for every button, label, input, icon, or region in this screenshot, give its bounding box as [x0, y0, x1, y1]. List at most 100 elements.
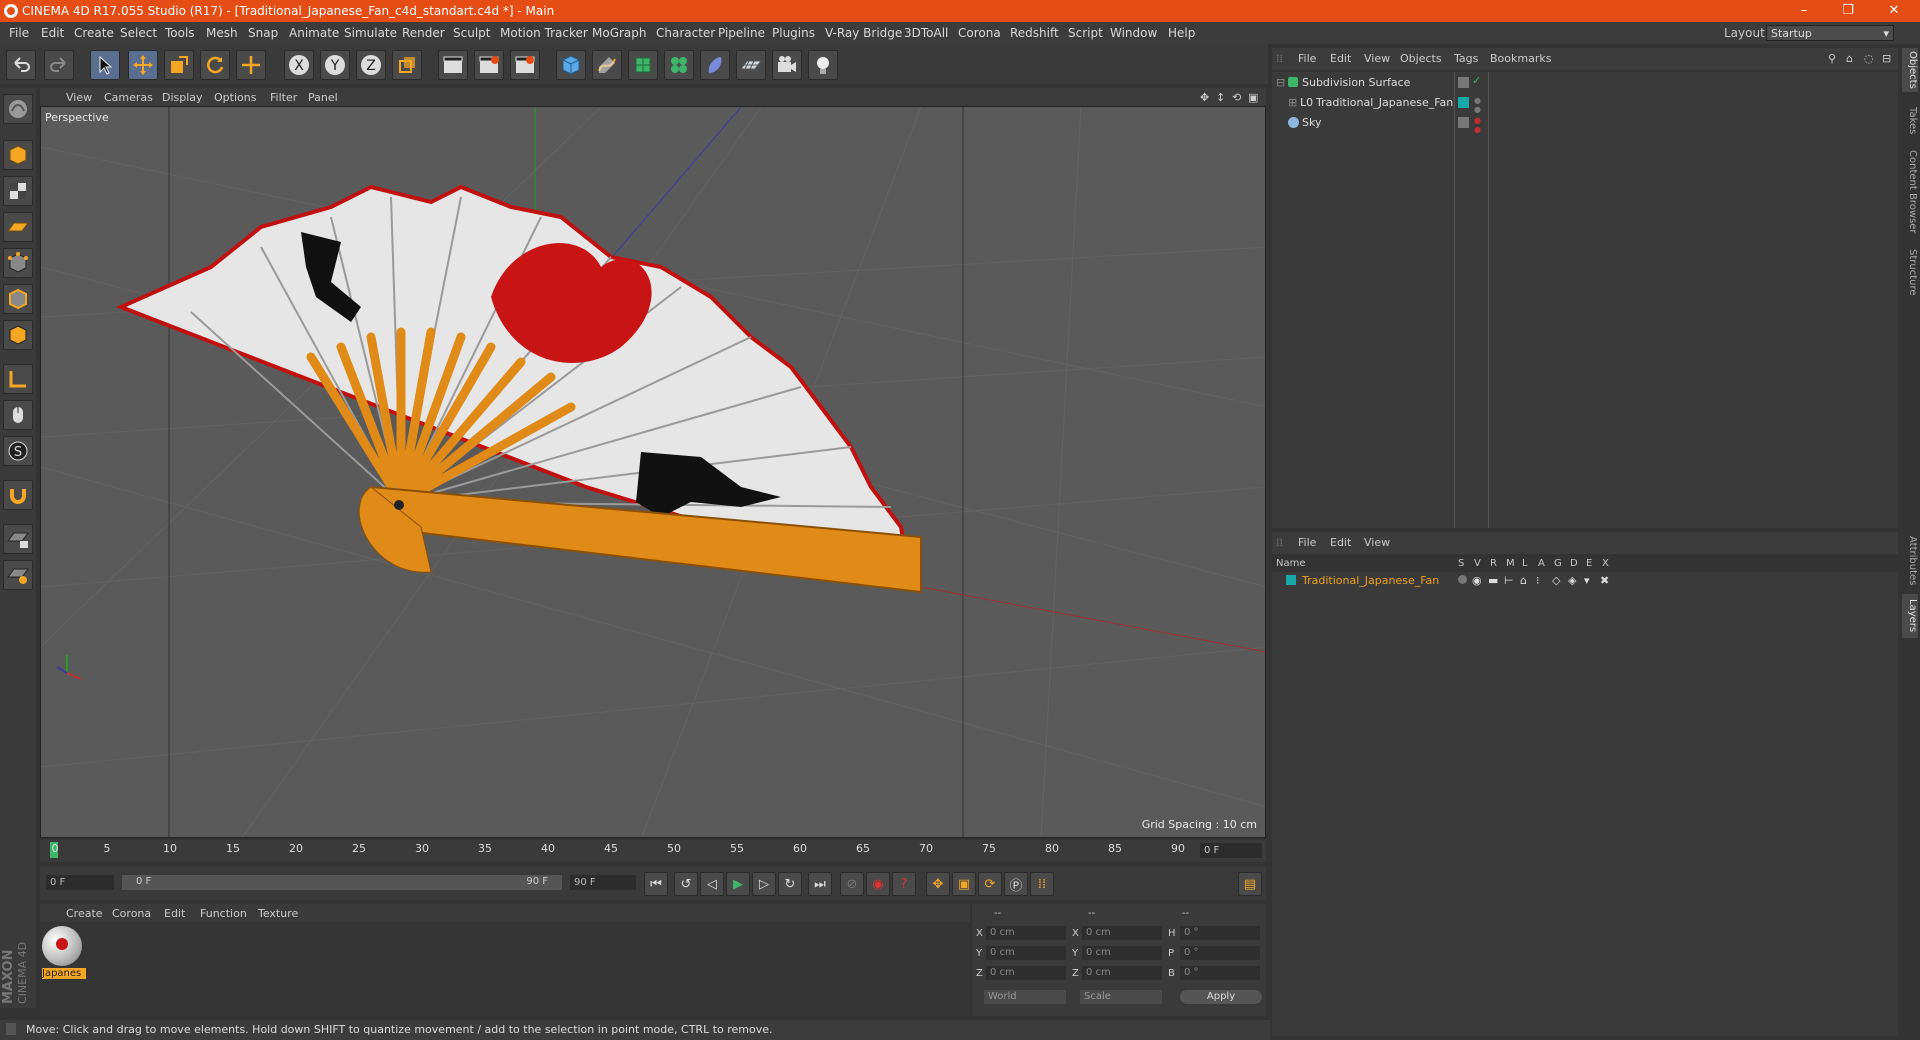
layer-menu-view[interactable]: View: [1364, 536, 1390, 549]
scale-button[interactable]: [164, 50, 194, 80]
start-frame-field[interactable]: 0 F: [46, 875, 114, 890]
tab-structure[interactable]: Structure: [1902, 244, 1918, 300]
menu-corona[interactable]: Corona: [958, 26, 1001, 40]
home-icon[interactable]: ⌂: [1846, 52, 1853, 65]
menu-help[interactable]: Help: [1168, 26, 1195, 40]
play-button[interactable]: ▶: [726, 872, 750, 896]
menu-snap[interactable]: Snap: [248, 26, 278, 40]
motion-record-button[interactable]: ⊘: [840, 872, 864, 896]
object-row-sky[interactable]: Sky ● ●: [1272, 114, 1898, 134]
render-picture-viewer-button[interactable]: [474, 50, 504, 80]
menu-select[interactable]: Select: [120, 26, 157, 40]
menu-character[interactable]: Character: [656, 26, 715, 40]
maximize-button[interactable]: ❐: [1830, 2, 1866, 20]
pos-x-field[interactable]: 0 cm: [986, 926, 1066, 940]
layer-row[interactable]: Traditional_Japanese_Fan ◉ ▬ ⊢ ⌂ ⁝ ◇ ◈ ▾…: [1272, 572, 1898, 590]
3d-viewport[interactable]: Perspective Grid Spacing : 10 cm: [40, 106, 1266, 838]
search-icon[interactable]: ⚲: [1828, 52, 1836, 65]
close-button[interactable]: ✕: [1876, 2, 1912, 20]
material-menu-function[interactable]: Function: [200, 907, 247, 920]
model-mode-button[interactable]: [3, 140, 33, 170]
menu-animate[interactable]: Animate: [289, 26, 339, 40]
rot-h-field[interactable]: 0 °: [1180, 926, 1260, 940]
next-key-button[interactable]: ↻: [778, 872, 802, 896]
layer-expression-icon[interactable]: ▾: [1584, 574, 1590, 587]
magnet-button[interactable]: [3, 480, 33, 510]
layer-manager-icon[interactable]: ⊢: [1504, 574, 1514, 587]
apply-button[interactable]: Apply: [1180, 990, 1262, 1004]
workplane-mode-button[interactable]: [3, 212, 33, 242]
object-menu-bookmarks[interactable]: Bookmarks: [1490, 52, 1551, 65]
layer-name[interactable]: Traditional_Japanese_Fan: [1302, 574, 1439, 587]
size-y-field[interactable]: 0 cm: [1082, 946, 1162, 960]
menu-script[interactable]: Script: [1068, 26, 1103, 40]
layer-xref-icon[interactable]: ✖: [1600, 574, 1609, 587]
go-to-start-button[interactable]: ⏮: [644, 872, 668, 896]
tab-objects[interactable]: Objects: [1902, 48, 1918, 92]
minimize-button[interactable]: –: [1786, 2, 1822, 20]
menu-vray-bridge[interactable]: V-Ray Bridge: [825, 26, 902, 40]
viewport-menu-display[interactable]: Display: [162, 91, 203, 104]
menu-redshift[interactable]: Redshift: [1010, 26, 1059, 40]
menu-3dtoall[interactable]: 3DToAll: [904, 26, 948, 40]
layout-dropdown[interactable]: Startup ▾: [1766, 25, 1894, 41]
viewport-menu-cameras[interactable]: Cameras: [104, 91, 153, 104]
viewport-menu-panel[interactable]: Panel: [308, 91, 338, 104]
enabled-check-icon[interactable]: ✓: [1472, 74, 1481, 87]
layer-render-icon[interactable]: ▬: [1488, 574, 1498, 587]
layer-animation-icon[interactable]: ⁝: [1536, 574, 1540, 587]
material-swatch[interactable]: Japanes: [42, 926, 86, 982]
menu-simulate[interactable]: Simulate: [344, 26, 397, 40]
size-x-field[interactable]: 0 cm: [1082, 926, 1162, 940]
x-axis-lock-button[interactable]: X: [284, 50, 314, 80]
edit-tag-icon[interactable]: [1458, 77, 1469, 88]
size-z-field[interactable]: 0 cm: [1082, 966, 1162, 980]
menu-window[interactable]: Window: [1110, 26, 1157, 40]
spline-pen-button[interactable]: [592, 50, 622, 80]
layer-view-eye-icon[interactable]: ◉: [1472, 574, 1482, 587]
object-menu-view[interactable]: View: [1364, 52, 1390, 65]
render-view-button[interactable]: [438, 50, 468, 80]
edges-mode-button[interactable]: [3, 284, 33, 314]
menu-motion-tracker[interactable]: Motion Tracker: [500, 26, 588, 40]
snap-button[interactable]: S: [3, 436, 33, 466]
coordinate-mode-dropdown[interactable]: World: [984, 990, 1066, 1004]
menu-create[interactable]: Create: [74, 26, 114, 40]
texture-mode-button[interactable]: [3, 176, 33, 206]
pos-y-field[interactable]: 0 cm: [986, 946, 1066, 960]
key-rotation-button[interactable]: ⟳: [978, 872, 1002, 896]
deformer-button[interactable]: [700, 50, 730, 80]
menu-mesh[interactable]: Mesh: [206, 26, 238, 40]
material-menu-edit[interactable]: Edit: [164, 907, 185, 920]
layer-solo-icon[interactable]: [1458, 575, 1467, 584]
layer-menu-edit[interactable]: Edit: [1330, 536, 1351, 549]
viewport-menu-options[interactable]: Options: [214, 91, 256, 104]
lock-workplane-button[interactable]: [3, 524, 33, 554]
viewport-layout-icon[interactable]: ▣: [1248, 91, 1258, 104]
layer-color-icon[interactable]: [1458, 97, 1469, 108]
collapse-toggle-icon[interactable]: ⊟: [1276, 76, 1285, 89]
make-editable-button[interactable]: [3, 94, 33, 124]
layer-lock-icon[interactable]: ⌂: [1520, 574, 1527, 587]
size-mode-dropdown[interactable]: Scale: [1080, 990, 1162, 1004]
visibility-dots-icon[interactable]: ● ●: [1474, 96, 1481, 114]
collapse-icon[interactable]: ⊟: [1882, 52, 1891, 65]
menu-mograph[interactable]: MoGraph: [592, 26, 647, 40]
key-parameter-button[interactable]: Ⓟ: [1004, 872, 1028, 896]
rotate-button[interactable]: [200, 50, 230, 80]
menu-tools[interactable]: Tools: [165, 26, 195, 40]
key-scale-button[interactable]: ▣: [952, 872, 976, 896]
previous-frame-button[interactable]: ◁: [700, 872, 724, 896]
viewport-menu-filter[interactable]: Filter: [270, 91, 297, 104]
visibility-icon[interactable]: ◌: [1864, 52, 1874, 65]
live-selection-button[interactable]: [90, 50, 120, 80]
move-button[interactable]: [128, 50, 158, 80]
object-menu-objects[interactable]: Objects: [1400, 52, 1442, 65]
coordinate-system-button[interactable]: [392, 50, 422, 80]
autokey-button[interactable]: ?: [892, 872, 916, 896]
floor-object-button[interactable]: [736, 50, 766, 80]
layer-generator-icon[interactable]: ◇: [1552, 574, 1560, 587]
current-frame-field[interactable]: 0 F: [1200, 843, 1262, 858]
layer-deformer-icon[interactable]: ◈: [1568, 574, 1576, 587]
key-pla-button[interactable]: ⁞⁞: [1030, 872, 1054, 896]
